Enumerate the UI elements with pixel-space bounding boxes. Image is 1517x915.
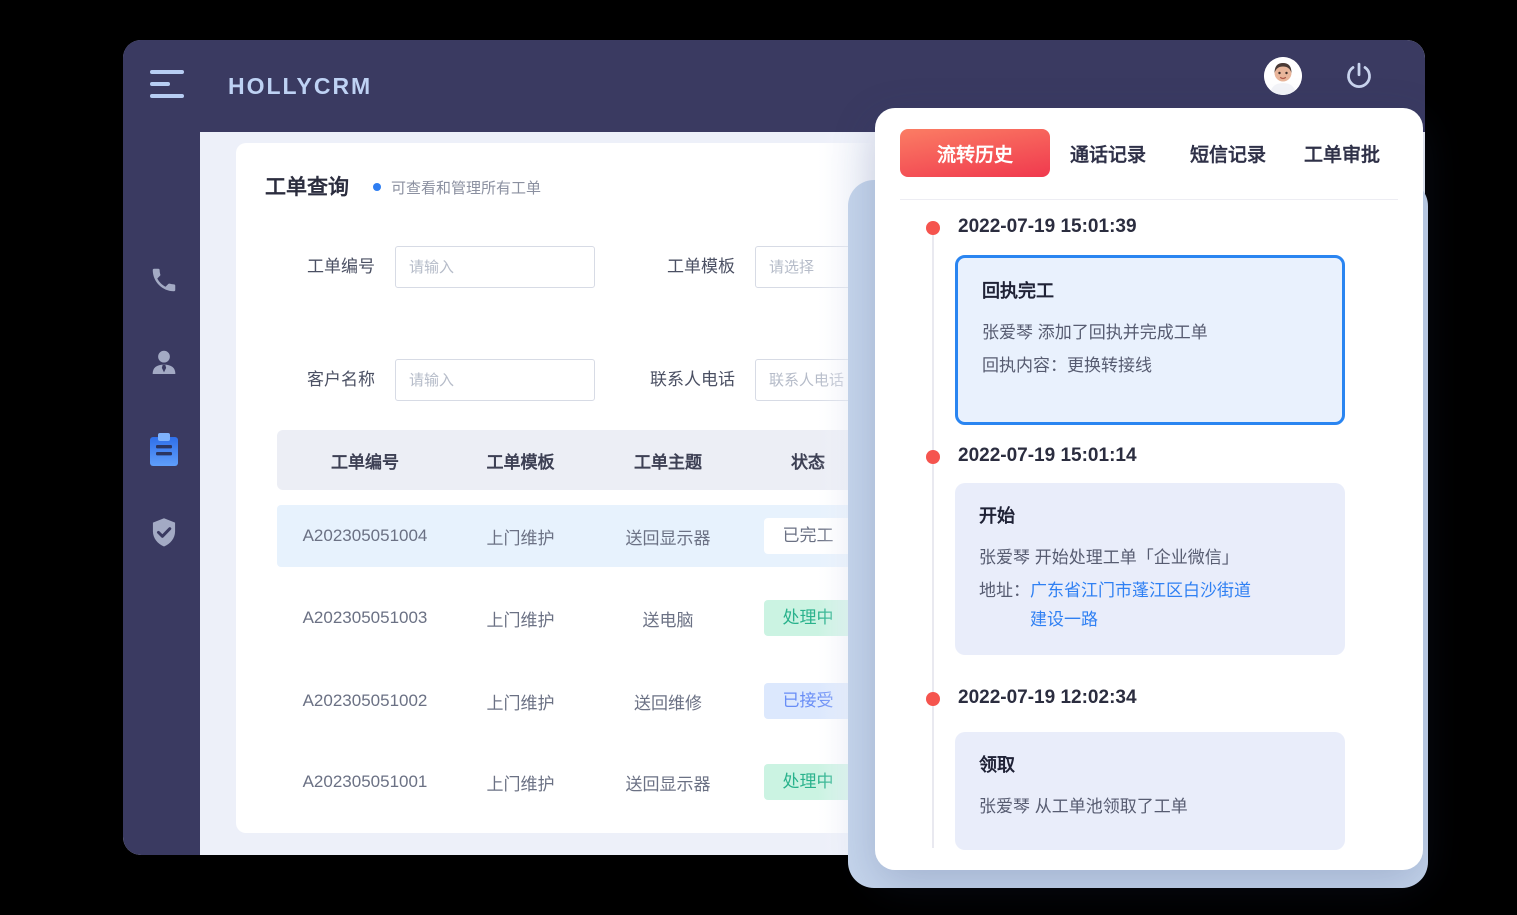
- tab-circulation-history[interactable]: 流转历史: [900, 129, 1050, 177]
- timeline-dot: [926, 221, 940, 235]
- tab-sms-records[interactable]: 短信记录: [1190, 140, 1266, 167]
- menu-icon[interactable]: [150, 70, 184, 100]
- detail-tabs: 流转历史 通话记录 短信记录 工单审批: [900, 129, 1380, 177]
- sidebar-item-customers[interactable]: [145, 343, 183, 381]
- order-id-input[interactable]: [395, 246, 595, 288]
- work-order-detail-panel: 流转历史 通话记录 短信记录 工单审批 2022-07-19 15:01:39 …: [875, 108, 1423, 870]
- sidebar-item-work-orders[interactable]: [145, 431, 183, 469]
- cell-template: 上门维护: [453, 770, 588, 795]
- cell-subject: 送电脑: [588, 606, 748, 631]
- timeline-dot: [926, 450, 940, 464]
- tab-call-records[interactable]: 通话记录: [1070, 140, 1146, 167]
- user-avatar[interactable]: [1264, 57, 1302, 95]
- timeline-line: [932, 230, 934, 848]
- cell-template: 上门维护: [453, 606, 588, 631]
- cell-order-id: A202305051001: [277, 772, 453, 792]
- timeline-card-line: 张爱琴 添加了回执并完成工单: [982, 316, 1318, 349]
- cell-order-id: A202305051002: [277, 691, 453, 711]
- address-label: 地址：: [979, 576, 1030, 634]
- cell-subject: 送回维修: [588, 689, 748, 714]
- address-line2: 建设一路: [1030, 610, 1098, 629]
- timeline-card-title: 开始: [979, 502, 1321, 528]
- timeline-timestamp: 2022-07-19 12:02:34: [958, 687, 1137, 709]
- cell-order-id: A202305051003: [277, 608, 453, 628]
- timeline-timestamp: 2022-07-19 15:01:39: [958, 216, 1137, 238]
- address-line1: 广东省江门市蓬江区白沙街道: [1030, 581, 1251, 600]
- timeline-card-title: 回执完工: [982, 277, 1318, 303]
- tab-order-approval[interactable]: 工单审批: [1304, 140, 1380, 167]
- filter-label-order-id: 工单编号: [251, 246, 375, 288]
- sidebar-item-security[interactable]: [145, 514, 183, 552]
- filter-label-template: 工单模板: [611, 246, 735, 288]
- cell-subject: 送回显示器: [588, 770, 748, 795]
- customer-name-input[interactable]: [395, 359, 595, 401]
- col-header-template: 工单模板: [453, 448, 588, 473]
- filter-label-contact-phone: 联系人电话: [611, 359, 735, 401]
- sidebar-item-calls[interactable]: [145, 261, 183, 299]
- cell-template: 上门维护: [453, 689, 588, 714]
- timeline-card-line: 张爱琴 从工单池领取了工单: [979, 790, 1321, 823]
- timeline-card-line: 回执内容：更换转接线: [982, 349, 1318, 382]
- timeline-card-completed[interactable]: 回执完工 张爱琴 添加了回执并完成工单 回执内容：更换转接线: [955, 255, 1345, 425]
- cell-template: 上门维护: [453, 524, 588, 549]
- timeline-card-line: 张爱琴 开始处理工单「企业微信」: [979, 541, 1321, 574]
- logout-power-icon[interactable]: [1344, 61, 1374, 91]
- tabs-divider: [900, 199, 1398, 200]
- brand-logo: HOLLYCRM: [228, 40, 372, 132]
- cell-subject: 送回显示器: [588, 524, 748, 549]
- cell-order-id: A202305051004: [277, 526, 453, 546]
- filter-label-customer: 客户名称: [251, 359, 375, 401]
- col-header-subject: 工单主题: [588, 448, 748, 473]
- col-header-order-id: 工单编号: [277, 448, 453, 473]
- subtitle-dot-icon: [373, 183, 381, 191]
- timeline-card-title: 领取: [979, 751, 1321, 777]
- timeline-timestamp: 2022-07-19 15:01:14: [958, 445, 1137, 467]
- address-link[interactable]: 广东省江门市蓬江区白沙街道 建设一路: [1030, 576, 1251, 634]
- timeline-card-claimed[interactable]: 领取 张爱琴 从工单池领取了工单: [955, 732, 1345, 850]
- timeline-dot: [926, 692, 940, 706]
- page-subtitle: 可查看和管理所有工单: [391, 175, 541, 198]
- timeline-card-start[interactable]: 开始 张爱琴 开始处理工单「企业微信」 地址： 广东省江门市蓬江区白沙街道 建设…: [955, 483, 1345, 655]
- page-title: 工单查询: [265, 171, 349, 201]
